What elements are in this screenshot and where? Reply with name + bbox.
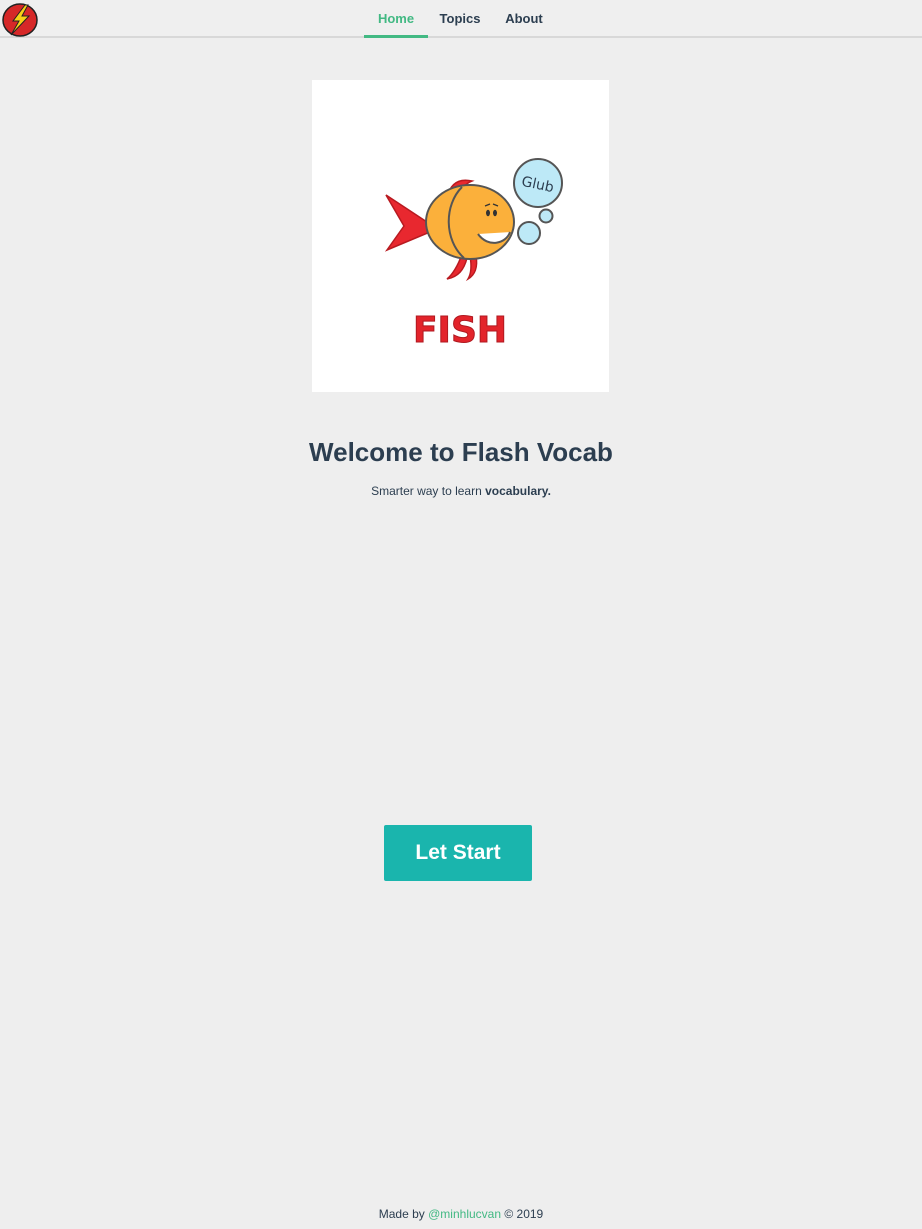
hero-image-card: Glub FISH — [312, 80, 609, 392]
let-start-button[interactable]: Let Start — [384, 825, 532, 881]
subtitle-text: Smarter way to learn — [371, 484, 486, 498]
fish-illustration: Glub FISH — [384, 158, 563, 352]
page-subtitle: Smarter way to learn vocabulary. — [0, 484, 922, 498]
subtitle-emphasis: vocabulary. — [485, 484, 551, 498]
nav-about[interactable]: About — [494, 0, 554, 38]
top-navbar: Home Topics About — [0, 0, 922, 38]
footer: Made by @minhlucvan © 2019 — [0, 1207, 922, 1221]
flash-lightning-icon[interactable] — [1, 1, 39, 39]
nav-home[interactable]: Home — [364, 0, 428, 38]
nav-topics[interactable]: Topics — [430, 0, 490, 38]
fish-caption: FISH — [413, 310, 507, 351]
author-link[interactable]: @minhlucvan — [428, 1207, 501, 1221]
footer-copyright: © 2019 — [501, 1207, 544, 1221]
page-title: Welcome to Flash Vocab — [309, 437, 613, 467]
footer-prefix: Made by — [378, 1207, 429, 1221]
